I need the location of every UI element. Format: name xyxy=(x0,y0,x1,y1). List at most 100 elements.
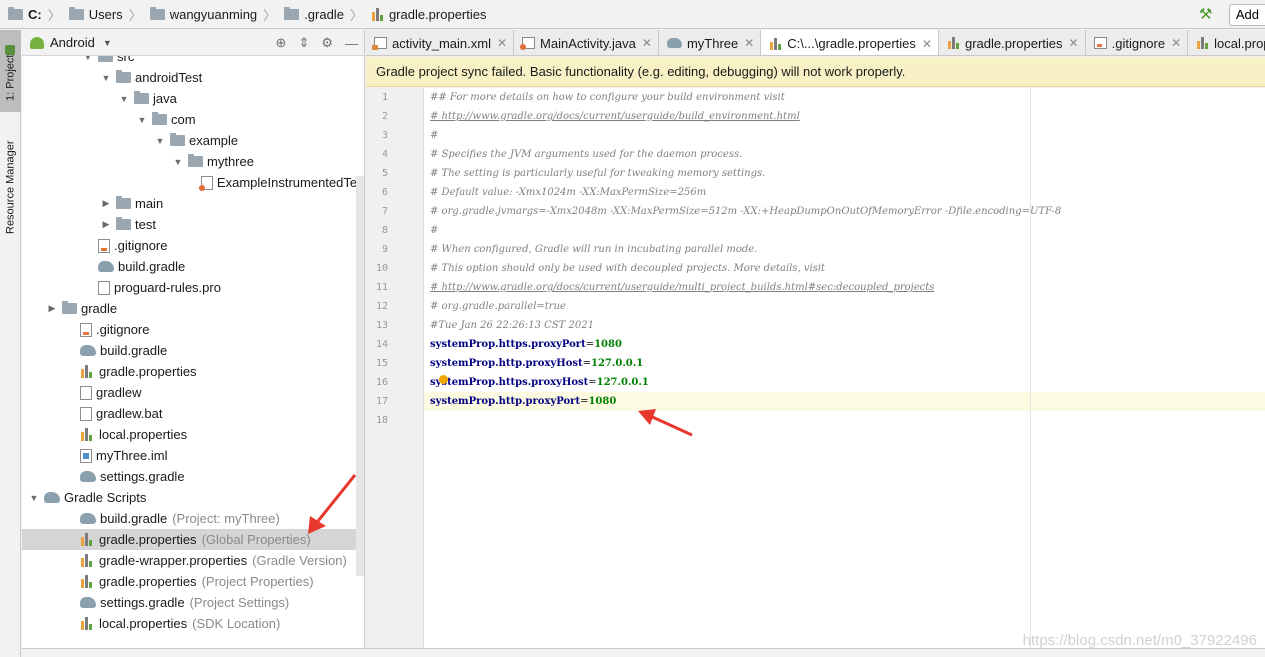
editor-tab[interactable]: myThree ✕ xyxy=(659,30,762,55)
code-line[interactable]: # Specifies the JVM arguments used for t… xyxy=(424,145,1265,164)
code-editor[interactable]: 1 2 3 4 5 6 7 8 9 10 11 12 13 14 15 16 17 18 ## For more … xyxy=(366,88,1265,657)
editor-tab[interactable]: C:\...\gradle.properties ✕ xyxy=(761,30,939,55)
code-line[interactable]: #Tue Jan 26 22:26:13 CST 2021 xyxy=(424,316,1265,335)
collapsed-arrow-icon[interactable]: ▶ xyxy=(100,219,112,230)
code-line[interactable]: # The setting is particularly useful for… xyxy=(424,164,1265,183)
tree-item-hint: (Gradle Version) xyxy=(252,553,347,568)
tree-file-item[interactable]: ▶gradlew.bat xyxy=(22,403,364,424)
breadcrumb-item[interactable]: C: 〉 xyxy=(0,0,61,29)
close-icon[interactable]: ✕ xyxy=(642,36,652,50)
code-line[interactable] xyxy=(424,411,1265,430)
resource-manager-tab[interactable]: Resource Manager xyxy=(0,122,21,252)
tree-file-item[interactable]: ▶proguard-rules.pro xyxy=(22,277,364,298)
chevron-right-icon: 〉 xyxy=(349,7,363,23)
tree-folder-item[interactable]: ▼ src xyxy=(22,56,364,67)
tree-folder-item[interactable]: ▼ example xyxy=(22,130,364,151)
code-line[interactable]: systemProp.http.proxyHost=127.0.0.1 xyxy=(424,354,1265,373)
close-icon[interactable]: ✕ xyxy=(1069,36,1079,50)
tree-file-item[interactable]: ▶build.gradle xyxy=(22,340,364,361)
expanded-arrow-icon[interactable]: ▼ xyxy=(118,94,130,104)
expanded-arrow-icon[interactable]: ▼ xyxy=(100,73,112,83)
intention-bulb-icon[interactable] xyxy=(439,375,448,384)
tree-file-item[interactable]: ▶.gitignore xyxy=(22,319,364,340)
collapsed-arrow-icon[interactable]: ▶ xyxy=(100,198,112,209)
line-number: 2 xyxy=(381,111,388,122)
code-line[interactable]: # org.gradle.jvmargs=-Xmx2048m -XX:MaxPe… xyxy=(424,202,1265,221)
code-line[interactable]: # When configured, Gradle will run in in… xyxy=(424,240,1265,259)
breadcrumb-item[interactable]: wangyuanming 〉 xyxy=(142,0,276,29)
chevron-down-icon[interactable]: ▼ xyxy=(103,38,112,48)
line-number: 16 xyxy=(375,377,388,388)
code-line[interactable]: # http://www.gradle.org/docs/current/use… xyxy=(424,107,1265,126)
code-line[interactable]: # Default value: -Xmx1024m -XX:MaxPermSi… xyxy=(424,183,1265,202)
code-line[interactable]: # http://www.gradle.org/docs/current/use… xyxy=(424,278,1265,297)
tree-folder-item[interactable]: ▼ java xyxy=(22,88,364,109)
code-line[interactable]: # This option should only be used with d… xyxy=(424,259,1265,278)
editor-tab[interactable]: .gitignore ✕ xyxy=(1086,30,1189,55)
breadcrumb-item[interactable]: gradle.properties xyxy=(363,0,487,29)
code-line[interactable]: systemProp.https.proxyPort=1080 xyxy=(424,335,1265,354)
tree-item-label: gradlew.bat xyxy=(96,406,163,421)
hammer-icon[interactable]: ⚒ xyxy=(1199,6,1215,23)
line-number: 8 xyxy=(381,225,388,236)
code-area[interactable]: ## For more details on how to configure … xyxy=(424,88,1265,657)
code-line[interactable]: systemProp.https.proxyHost=127.0.0.1 xyxy=(424,373,1265,392)
code-line[interactable]: # xyxy=(424,126,1265,145)
tree-file-item[interactable]: ▶.gitignore xyxy=(22,235,364,256)
tree-folder-item[interactable]: ▶ test xyxy=(22,214,364,235)
tree-file-item[interactable]: ▶local.properties xyxy=(22,424,364,445)
project-tool-tab[interactable]: 1: Project xyxy=(0,30,21,112)
tree-folder-item[interactable]: ▼ androidTest xyxy=(22,67,364,88)
tree-file-item[interactable]: ▶gradle.properties(Project Properties) xyxy=(22,571,364,592)
expanded-arrow-icon[interactable]: ▼ xyxy=(136,115,148,125)
props-icon xyxy=(80,617,95,630)
tree-file-item[interactable]: ▶gradlew xyxy=(22,382,364,403)
tree-folder-item[interactable]: ▼ com xyxy=(22,109,364,130)
tree-file-item[interactable]: ▶local.properties(SDK Location) xyxy=(22,613,364,634)
tree-folder-item[interactable]: ▼ mythree xyxy=(22,151,364,172)
expanded-arrow-icon[interactable]: ▼ xyxy=(172,157,184,167)
editor-tab[interactable]: local.properties✕ xyxy=(1188,30,1265,55)
close-icon[interactable]: ✕ xyxy=(922,37,932,51)
project-panel-header: Android ▼ ⊕ ⇕ ⚙ — xyxy=(22,30,364,56)
file-icon xyxy=(98,280,110,295)
editor-tab[interactable]: activity_main.xml ✕ xyxy=(366,30,515,55)
editor-tab[interactable]: MainActivity.java ✕ xyxy=(514,30,659,55)
collapse-all-icon[interactable]: ⇕ xyxy=(298,35,309,51)
chevron-right-icon: 〉 xyxy=(128,7,142,23)
tree-folder-item[interactable]: ▶ main xyxy=(22,193,364,214)
gear-icon[interactable]: ⚙ xyxy=(321,35,333,51)
tree-folder-item[interactable]: ▶ gradle xyxy=(22,298,364,319)
code-line[interactable]: ## For more details on how to configure … xyxy=(424,88,1265,107)
tree-file-item[interactable]: ▶gradle.properties xyxy=(22,361,364,382)
tree-file-item[interactable]: ▶gradle-wrapper.properties(Gradle Versio… xyxy=(22,550,364,571)
close-icon[interactable]: ✕ xyxy=(1171,36,1181,50)
git-icon xyxy=(98,238,110,253)
property-separator: = xyxy=(588,377,597,388)
property-value: 127.0.0.1 xyxy=(596,377,649,388)
tree-file-item[interactable]: ▶settings.gradle(Project Settings) xyxy=(22,592,364,613)
tree-file-item[interactable]: ▶ExampleInstrumentedTest.java xyxy=(22,172,364,193)
collapsed-arrow-icon[interactable]: ▶ xyxy=(46,303,58,314)
code-line[interactable]: systemProp.http.proxyPort=1080 xyxy=(424,392,1265,411)
editor-tab[interactable]: gradle.properties ✕ xyxy=(939,30,1086,55)
breadcrumb-item[interactable]: .gradle 〉 xyxy=(276,0,363,29)
line-number: 9 xyxy=(381,244,388,255)
tree-item-label: local.properties xyxy=(99,427,188,442)
close-icon[interactable]: ✕ xyxy=(744,36,754,50)
locate-icon[interactable]: ⊕ xyxy=(276,35,287,51)
tree-file-item[interactable]: ▶build.gradle xyxy=(22,256,364,277)
add-configuration-button[interactable]: Add xyxy=(1228,3,1265,26)
view-mode-selector[interactable]: Android xyxy=(50,35,95,50)
expanded-arrow-icon[interactable]: ▼ xyxy=(154,136,166,146)
code-line[interactable]: # org.gradle.parallel=true xyxy=(424,297,1265,316)
editor-tab-label: activity_main.xml xyxy=(392,35,491,51)
tree-file-item[interactable]: ▶myThree.iml xyxy=(22,445,364,466)
minimize-icon[interactable]: — xyxy=(345,36,358,51)
breadcrumb-item[interactable]: Users 〉 xyxy=(61,0,142,29)
folder-icon xyxy=(134,91,149,104)
expanded-arrow-icon[interactable]: ▼ xyxy=(82,56,94,62)
code-line[interactable]: # xyxy=(424,221,1265,240)
close-icon[interactable]: ✕ xyxy=(497,36,507,50)
expanded-arrow-icon[interactable]: ▼ xyxy=(28,493,40,503)
